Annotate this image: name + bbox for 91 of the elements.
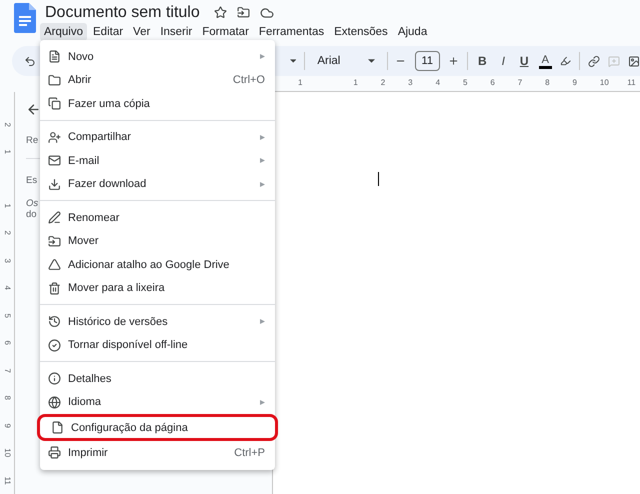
ruler-number: 4 — [436, 78, 442, 87]
document-icon — [48, 50, 61, 64]
plus-icon[interactable] — [448, 55, 460, 67]
ruler-number: 10 — [2, 448, 12, 458]
font-name: Arial — [317, 55, 340, 67]
link-icon[interactable] — [588, 54, 600, 68]
copy-icon — [48, 97, 61, 110]
folder-move-icon — [48, 234, 61, 248]
menu-item[interactable]: Fazer uma cópia — [40, 92, 275, 116]
menu-item[interactable]: Mover para a lixeira — [40, 276, 275, 300]
menu-item[interactable]: Mover — [40, 230, 275, 253]
ruler-number: 1 — [2, 203, 12, 208]
pen-icon — [48, 211, 61, 224]
italic-button[interactable]: I — [496, 54, 510, 68]
ruler-number: 1 — [353, 78, 359, 87]
globe-icon — [48, 396, 61, 409]
ruler-number: 1 — [298, 78, 304, 87]
move-folder-icon[interactable] — [236, 6, 250, 19]
dropdown-caret-icon — [290, 59, 296, 63]
shortcut-text: Ctrl+O — [232, 74, 265, 86]
folder-icon — [48, 74, 61, 87]
menu-item[interactable]: Abrir Ctrl+O — [40, 68, 275, 92]
menu-item[interactable]: Histórico de versões — [40, 310, 275, 334]
menu-item[interactable]: Detalhes — [40, 367, 275, 390]
menu-tab[interactable]: Ver — [129, 23, 154, 41]
ruler-number: 2 — [2, 230, 12, 236]
text-color-button[interactable]: A — [538, 54, 552, 68]
menu-item[interactable]: Imprimir Ctrl+P — [40, 441, 275, 464]
menu-item[interactable]: Configuração da página — [37, 414, 278, 441]
ruler-number: 7 — [518, 78, 524, 87]
ruler-number: 2 — [2, 122, 12, 127]
bold-button[interactable]: B — [476, 54, 489, 68]
mail-icon — [48, 154, 61, 168]
ruler-number: 7 — [2, 368, 12, 373]
ruler-number: 3 — [408, 78, 414, 87]
download-icon — [48, 178, 61, 191]
menu-item[interactable]: Novo — [40, 45, 275, 68]
ruler-number: 11 — [2, 476, 12, 485]
trash-icon — [48, 282, 61, 295]
menu-tab[interactable]: Extensões — [330, 23, 392, 41]
font-size-field[interactable]: 11 — [414, 51, 440, 71]
text-cursor — [378, 172, 379, 186]
font-dropdown[interactable]: Arial — [313, 55, 379, 67]
ruler-number: 2 — [380, 78, 386, 87]
ruler-number: 6 — [490, 78, 496, 87]
outline-text: Re — [26, 135, 38, 146]
ruler-number: 5 — [462, 78, 468, 87]
ruler-number: 9 — [572, 78, 578, 87]
info-icon — [48, 372, 61, 386]
menu-tab[interactable]: Arquivo — [40, 23, 87, 41]
history-icon — [48, 315, 61, 328]
ruler-number: 3 — [2, 258, 12, 263]
ruler-number: 6 — [2, 340, 12, 346]
ruler-number: 4 — [2, 286, 12, 290]
ruler-number: 1 — [2, 150, 12, 154]
printer-icon — [48, 446, 61, 460]
document-title[interactable]: Documento sem titulo — [45, 3, 204, 22]
image-icon[interactable] — [628, 54, 640, 68]
menu-tab[interactable]: Inserir — [156, 23, 196, 41]
menu-item[interactable]: Renomear — [40, 206, 275, 230]
star-icon[interactable] — [214, 6, 227, 19]
ruler-number: 8 — [545, 78, 551, 87]
ruler-number: 8 — [2, 396, 12, 400]
menu-item[interactable]: Compartilhar — [40, 126, 275, 149]
ruler-number: 10 — [600, 78, 610, 87]
menu-item[interactable]: Idioma — [40, 390, 275, 414]
underline-button[interactable]: U — [518, 54, 531, 68]
dropdown-caret-icon — [368, 59, 375, 63]
outline-text: Es — [26, 175, 38, 186]
menu-item[interactable]: Adicionar atalho ao Google Drive — [40, 253, 275, 276]
page-icon — [51, 421, 64, 434]
menu-tab[interactable]: Ferramentas — [254, 23, 328, 41]
ruler-number: 11 — [627, 78, 637, 87]
menu-item[interactable]: E-mail — [40, 149, 275, 172]
ruler-number: 5 — [2, 313, 12, 318]
menu-tab[interactable]: Ajuda — [394, 23, 432, 41]
outline-text: Os — [26, 198, 38, 209]
menu-item[interactable]: Fazer download — [40, 172, 275, 196]
check-circle-icon — [48, 338, 61, 352]
triangle-icon — [48, 258, 61, 272]
undo-icon[interactable] — [24, 54, 36, 68]
ruler-number: 9 — [2, 423, 12, 428]
docs-logo-icon[interactable] — [14, 3, 36, 33]
outline-text: do — [26, 209, 37, 220]
shortcut-text: Ctrl+P — [234, 446, 265, 459]
menu-tab[interactable]: Editar — [89, 23, 128, 41]
cloud-icon[interactable] — [260, 6, 274, 20]
highlighter-icon[interactable] — [560, 55, 572, 67]
add-person-icon — [48, 130, 61, 144]
menu-item[interactable]: Tornar disponível off-line — [40, 334, 275, 357]
menu-tab[interactable]: Formatar — [198, 23, 253, 41]
